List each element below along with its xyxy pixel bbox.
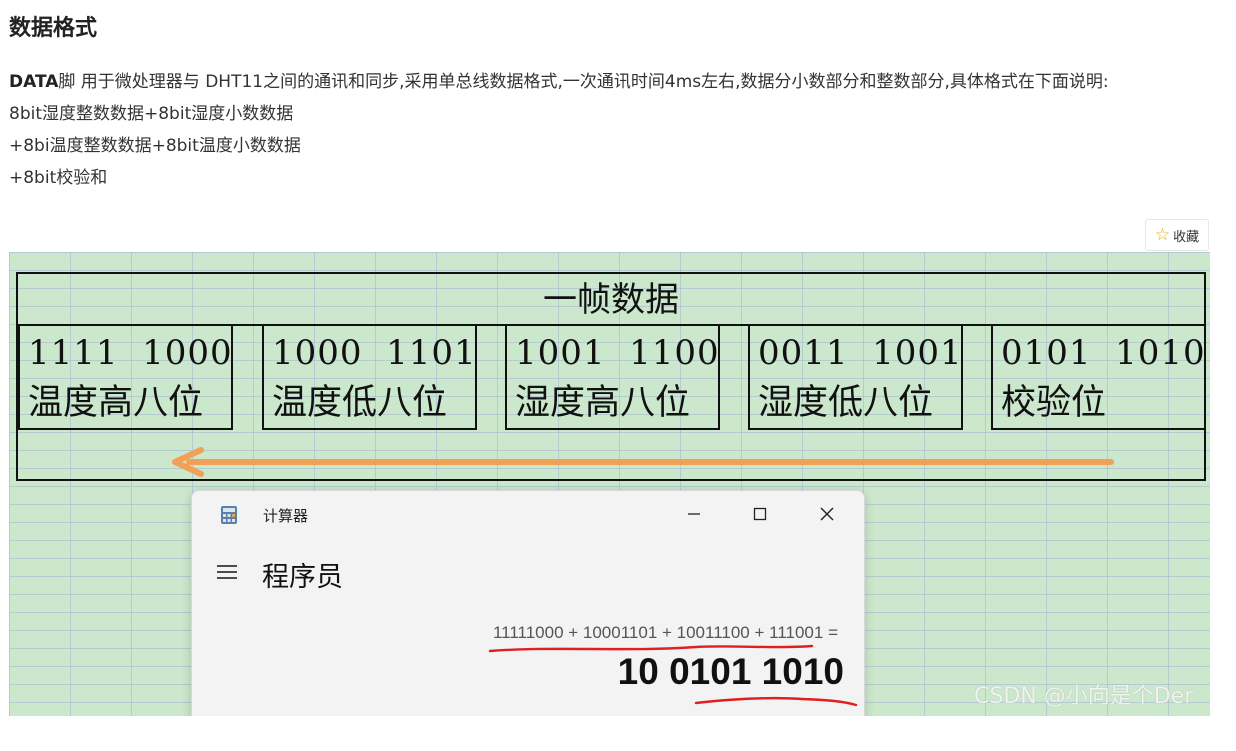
calculator-result: 10 0101 1010	[617, 651, 844, 692]
frame-cell-4: 0011 1001 湿度低八位	[748, 326, 963, 430]
minimize-button[interactable]	[674, 499, 714, 529]
format-line-1: 8bit湿度整数数据+8bit湿度小数数据	[9, 104, 294, 124]
calculator-title: 计算器	[263, 507, 309, 525]
csdn-watermark: CSDN @小向是个Der	[974, 684, 1194, 709]
frame-figure: 一帧数据 1111 1000 温度高八位 1000 1101 温度低八位 100…	[9, 252, 1210, 716]
section-heading: 数据格式	[9, 16, 98, 41]
frame-title: 一帧数据	[18, 274, 1204, 326]
cell-label: 湿度高八位	[515, 383, 691, 423]
frame-cell-5: 0101 1010 校验位	[991, 326, 1206, 430]
cell-bits: 1000 1101	[272, 333, 477, 373]
maximize-icon	[753, 507, 767, 521]
cell-bits: 0101 1010	[1001, 333, 1206, 373]
close-icon	[820, 507, 834, 521]
hamburger-menu-icon[interactable]	[216, 563, 238, 581]
close-button[interactable]	[807, 499, 847, 529]
format-line-3: +8bit校验和	[9, 168, 108, 188]
format-line-2: +8bi温度整数数据+8bit温度小数数据	[9, 136, 301, 156]
result-underline	[694, 697, 858, 707]
calculator-expression: 11111000 + 10001101 + 10011100 + 111001 …	[492, 623, 838, 642]
cell-bits: 1001 1100	[515, 333, 720, 373]
cell-bits: 0011 1001	[758, 333, 963, 373]
maximize-button[interactable]	[740, 499, 780, 529]
article-paragraph: DATA脚 用于微处理器与 DHT11之间的通讯和同步,采用单总线数据格式,一次…	[9, 66, 1224, 194]
article-page: 数据格式 DATA脚 用于微处理器与 DHT11之间的通讯和同步,采用单总线数据…	[0, 0, 1236, 751]
calculator-window: 计算器 程序员 11111000 + 10001101 + 10011100 +…	[191, 490, 865, 716]
description-line: DATA脚 用于微处理器与 DHT11之间的通讯和同步,采用单总线数据格式,一次…	[9, 66, 1224, 98]
description-text: 脚 用于微处理器与 DHT11之间的通讯和同步,采用单总线数据格式,一次通讯时间…	[58, 72, 1109, 92]
calculator-app-icon	[221, 506, 237, 524]
frame-cell-3: 1001 1100 湿度高八位	[505, 326, 720, 430]
frame-cell-1: 1111 1000 温度高八位	[18, 326, 233, 430]
minimize-icon	[688, 513, 700, 515]
cell-label: 校验位	[1001, 383, 1107, 423]
cell-bits: 1111 1000	[28, 333, 233, 373]
data-pin-label: DATA	[9, 72, 59, 92]
cell-label: 湿度低八位	[758, 383, 934, 423]
cell-label: 温度高八位	[28, 383, 204, 423]
collect-button[interactable]: ☆ 收藏	[1145, 219, 1209, 251]
calculator-mode-title: 程序员	[262, 562, 343, 593]
frame-cell-2: 1000 1101 温度低八位	[262, 326, 477, 430]
left-arrow-icon	[172, 447, 1114, 477]
collect-label: 收藏	[1173, 229, 1200, 245]
cell-label: 温度低八位	[272, 383, 448, 423]
star-outline-icon: ☆	[1154, 225, 1171, 245]
